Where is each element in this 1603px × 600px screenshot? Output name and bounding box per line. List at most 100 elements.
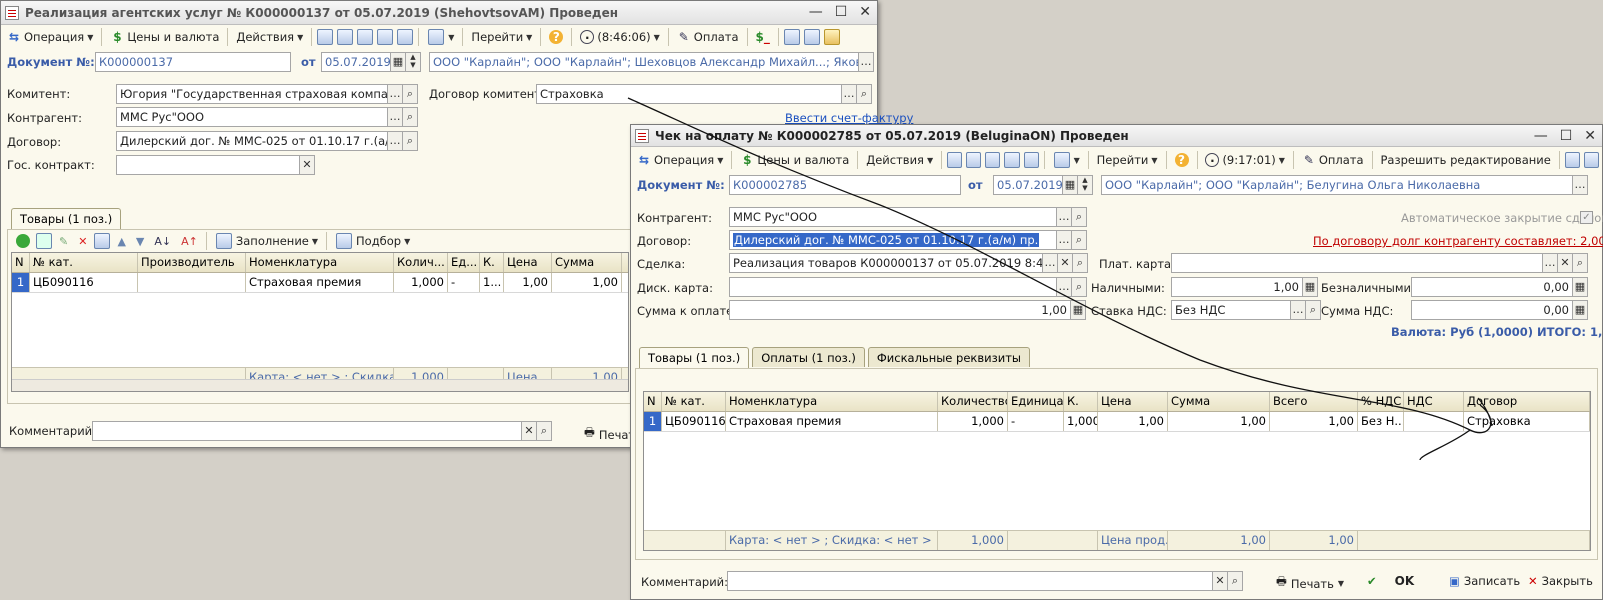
calculator-icon[interactable]: ▦ bbox=[1302, 277, 1318, 297]
clear-icon[interactable]: ✕ bbox=[1057, 253, 1073, 273]
tab-fiscal[interactable]: Фискальные реквизиты bbox=[867, 347, 1030, 367]
organization-field[interactable]: ООО "Карлайн"; ООО "Карлайн"; Белугина О… bbox=[1101, 175, 1573, 195]
deal-field[interactable]: Реализация товаров К000000137 от 05.07.2… bbox=[729, 253, 1043, 273]
contract-select-button[interactable]: … bbox=[387, 131, 403, 151]
contract-field[interactable]: Дилерский дог. № ММС-025 от 01.10.17 г.(… bbox=[729, 230, 1057, 250]
calendar-icon[interactable]: ▦ bbox=[390, 52, 406, 72]
post-icon[interactable] bbox=[947, 152, 963, 168]
time-button[interactable]: · (8:46:06) ▼ bbox=[576, 27, 663, 48]
title-bar[interactable]: Чек на оплату № К000002785 от 05.07.2019… bbox=[631, 125, 1602, 147]
horizontal-scrollbar[interactable] bbox=[12, 379, 628, 391]
print-menu-button[interactable]: ▼ bbox=[423, 27, 458, 48]
search-icon[interactable]: ⌕ bbox=[1071, 230, 1087, 250]
maximize-icon[interactable]: ☐ bbox=[1560, 128, 1573, 144]
actions-button[interactable]: Действия ▼ bbox=[862, 150, 937, 171]
title-bar[interactable]: Реализация агентских услуг № К000000137 … bbox=[1, 1, 877, 25]
contract-select-button[interactable]: … bbox=[1056, 230, 1072, 250]
table-row[interactable]: 1 ЦБ090116 Страховая премия 1,000 - 1,00… bbox=[644, 412, 1590, 432]
contractor-select-button[interactable]: … bbox=[1056, 207, 1072, 227]
close-icon[interactable]: ✕ bbox=[859, 4, 871, 20]
noncash-field[interactable]: 0,00 bbox=[1411, 277, 1573, 297]
date-field[interactable]: 05.07.2019 bbox=[993, 175, 1063, 195]
clear-icon[interactable]: ✕ bbox=[1212, 571, 1228, 591]
print-button[interactable]: 🖶 Печать ▼ bbox=[1276, 574, 1344, 593]
fill-button[interactable]: Заполнение ▼ bbox=[211, 231, 322, 252]
deal-select-button[interactable]: … bbox=[1042, 253, 1058, 273]
komitent-field[interactable]: Югория "Государственная страховая компан… bbox=[116, 84, 388, 104]
table-row[interactable]: 1 ЦБ090116 Страховая премия 1,000 - 1...… bbox=[12, 273, 628, 293]
payment-button[interactable]: ✎ Оплата bbox=[1298, 150, 1368, 171]
maximize-icon[interactable]: ☐ bbox=[835, 4, 848, 20]
goods-grid[interactable]: N № кат. Производитель Номенклатура Коли… bbox=[11, 252, 629, 392]
vat-rate-field[interactable]: Без НДС bbox=[1171, 300, 1291, 320]
based-on-icon[interactable] bbox=[1004, 152, 1020, 168]
goto-button[interactable]: Перейти ▼ bbox=[1093, 150, 1162, 171]
help-button[interactable]: ? bbox=[1171, 150, 1193, 171]
clear-icon[interactable]: ✕ bbox=[1557, 253, 1573, 273]
tab-goods[interactable]: Товары (1 поз.) bbox=[11, 208, 122, 229]
disc-card-field[interactable] bbox=[729, 277, 1057, 297]
contractor-select-button[interactable]: … bbox=[387, 107, 403, 127]
copy-icon[interactable] bbox=[357, 29, 374, 45]
operation-button[interactable]: ⇆ Операция ▼ bbox=[633, 150, 727, 171]
search-icon[interactable]: ⌕ bbox=[536, 421, 552, 441]
contract-komitent-field[interactable]: Страховка bbox=[536, 84, 842, 104]
search-icon[interactable]: ⌕ bbox=[1072, 253, 1088, 273]
structure-icon[interactable] bbox=[397, 29, 414, 45]
move-up-icon[interactable]: ▲ bbox=[117, 235, 125, 248]
doc-number-field[interactable]: К000000137 bbox=[95, 52, 291, 72]
calculator-icon[interactable]: ▦ bbox=[1572, 277, 1588, 297]
delete-icon[interactable]: ✕ bbox=[78, 235, 87, 248]
tab-payments[interactable]: Оплаты (1 поз.) bbox=[752, 347, 865, 367]
contract-komitent-select-button[interactable]: … bbox=[841, 84, 857, 104]
org-select-button[interactable]: … bbox=[858, 52, 874, 72]
allow-edit-button[interactable]: Разрешить редактирование bbox=[1377, 150, 1555, 171]
date-field[interactable]: 05.07.2019 bbox=[321, 52, 391, 72]
prices-button[interactable]: $ Цены и валюта bbox=[736, 150, 853, 171]
pick-button[interactable]: Подбор ▼ bbox=[331, 231, 414, 252]
prices-button[interactable]: $ Цены и валюта bbox=[106, 27, 223, 48]
disc-card-select-button[interactable]: … bbox=[1056, 277, 1072, 297]
comment-field[interactable] bbox=[727, 571, 1213, 591]
calendar-icon[interactable]: ▦ bbox=[1062, 175, 1078, 195]
payment-button[interactable]: ✎ Оплата bbox=[673, 27, 743, 48]
view-icon[interactable] bbox=[966, 152, 982, 168]
goto-button[interactable]: Перейти ▼ bbox=[467, 27, 536, 48]
sort-desc-icon[interactable]: A↑ bbox=[181, 235, 198, 248]
minimize-icon[interactable]: — bbox=[809, 4, 823, 20]
help-button[interactable]: ? bbox=[545, 27, 567, 48]
vat-select-button[interactable]: … bbox=[1290, 300, 1306, 320]
debt-warning-link[interactable]: По договору долг контрагенту составляет:… bbox=[1313, 234, 1603, 248]
clear-icon[interactable]: ✕ bbox=[299, 155, 315, 175]
view-icon[interactable] bbox=[337, 29, 354, 45]
goods-grid[interactable]: N № кат. Номенклатура Количество Единица… bbox=[643, 391, 1591, 551]
plat-card-field[interactable] bbox=[1171, 253, 1543, 273]
dollar-red-button[interactable]: $_ bbox=[752, 27, 774, 48]
tree-icon[interactable] bbox=[1564, 152, 1580, 168]
copy-icon[interactable] bbox=[985, 152, 1001, 168]
search-icon[interactable]: ⌕ bbox=[1071, 277, 1087, 297]
time-button[interactable]: · (9:17:01) ▼ bbox=[1201, 150, 1288, 171]
close-icon[interactable]: ✕ bbox=[1584, 128, 1596, 144]
sort-asc-icon[interactable]: A↓ bbox=[154, 235, 171, 248]
auto-close-checkbox[interactable]: ✓ bbox=[1580, 211, 1593, 224]
operation-button[interactable]: ⇆ Операция ▼ bbox=[3, 27, 97, 48]
comment-field[interactable] bbox=[92, 421, 522, 441]
card-icon[interactable] bbox=[823, 29, 840, 45]
print-menu-button[interactable]: ▼ bbox=[1049, 150, 1084, 171]
plat-card-select-button[interactable]: … bbox=[1542, 253, 1558, 273]
list-icon[interactable] bbox=[803, 29, 820, 45]
organization-field[interactable]: ООО "Карлайн"; ООО "Карлайн"; Шеховцов А… bbox=[429, 52, 859, 72]
ok-button[interactable]: ✔ OK bbox=[1367, 574, 1414, 588]
search-icon[interactable]: ⌕ bbox=[402, 84, 418, 104]
doc-number-field[interactable]: К000002785 bbox=[729, 175, 961, 195]
end-edit-icon[interactable] bbox=[94, 233, 111, 249]
vat-sum-field[interactable]: 0,00 bbox=[1411, 300, 1573, 320]
list-icon[interactable] bbox=[1583, 152, 1599, 168]
contract-field[interactable]: Дилерский дог. № ММС-025 от 01.10.17 г.(… bbox=[116, 131, 388, 151]
spin-icon[interactable]: ▲ ▼ bbox=[1077, 175, 1093, 195]
structure-icon[interactable] bbox=[1023, 152, 1039, 168]
add-copy-icon[interactable] bbox=[36, 233, 52, 249]
edit-icon[interactable]: ✎ bbox=[59, 235, 68, 248]
gos-contract-field[interactable] bbox=[116, 155, 300, 175]
